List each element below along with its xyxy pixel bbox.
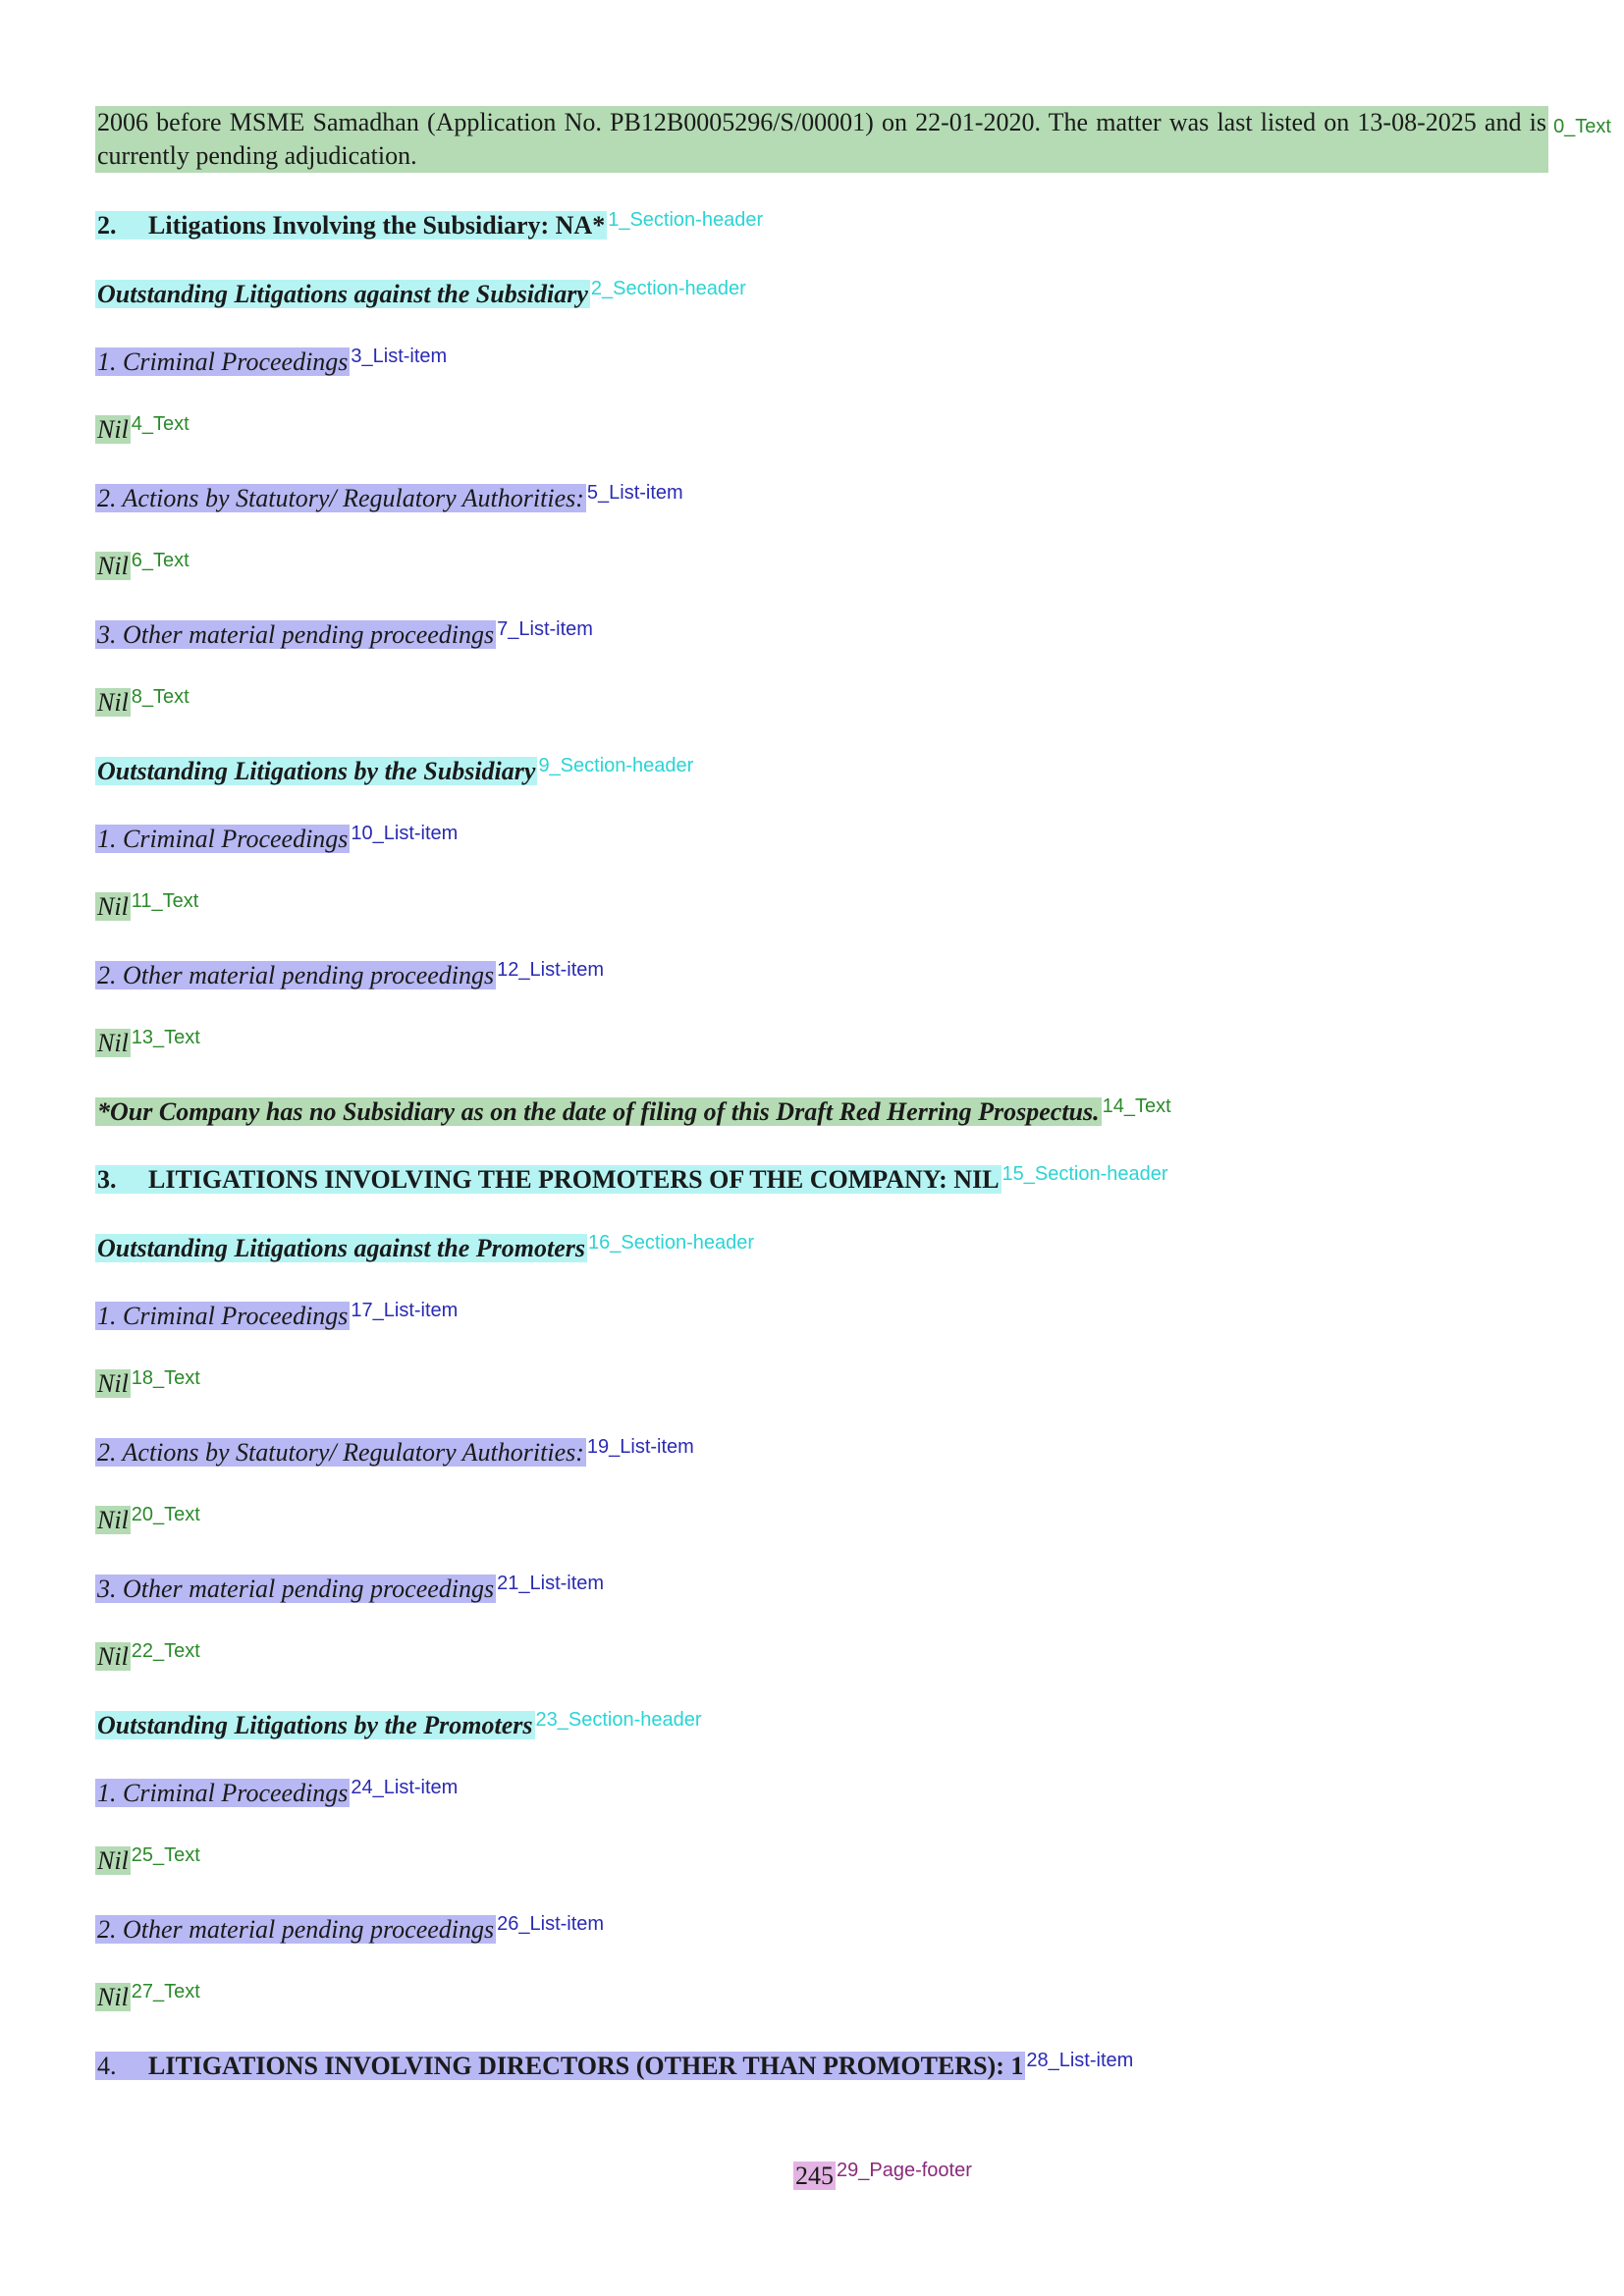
region-label: 18_Text: [131, 1367, 200, 1389]
nil-text: Nil 27_Text: [95, 1981, 200, 2014]
subheader-title: Outstanding Litigations by the Promoters: [95, 1711, 535, 1739]
list-item-text: 1. Criminal Proceedings: [95, 1302, 351, 1330]
region-label: 23_Section-header: [535, 1709, 702, 1731]
subsidiary-footnote: *Our Company has no Subsidiary as on the…: [95, 1095, 1171, 1129]
list-item-other-proceedings: 2. Other material pending proceedings 26_…: [95, 1913, 604, 1947]
region-label: 4_Text: [131, 413, 189, 435]
list-item-text: 3. Other material pending proceedings: [95, 1575, 497, 1603]
nil-text: Nil 8_Text: [95, 686, 189, 720]
subheader-by-subsidiary: Outstanding Litigations by the Subsidiar…: [95, 755, 693, 788]
region-label: 9_Section-header: [538, 755, 694, 776]
section-header-directors: 4. LITIGATIONS INVOLVING DIRECTORS (OTHER…: [95, 2050, 1133, 2083]
nil-value: Nil: [95, 1369, 131, 1398]
nil-text: Nil 18_Text: [95, 1367, 200, 1401]
nil-text: Nil 11_Text: [95, 890, 198, 924]
region-label: 7_List-item: [497, 618, 593, 640]
nil-text: Nil 6_Text: [95, 550, 189, 583]
subheader-title: Outstanding Litigations by the Subsidiar…: [95, 757, 538, 785]
region-label: 1_Section-header: [608, 209, 764, 231]
region-label: 20_Text: [131, 1504, 200, 1525]
region-label: 24_List-item: [351, 1777, 459, 1798]
nil-value: Nil: [95, 892, 131, 921]
subheader-against-subsidiary: Outstanding Litigations against the Subs…: [95, 278, 746, 311]
nil-value: Nil: [95, 415, 131, 444]
region-label: 26_List-item: [497, 1913, 605, 1935]
subheader-title: Outstanding Litigations against the Subs…: [95, 280, 590, 308]
section-title: LITIGATIONS INVOLVING THE PROMOTERS OF T…: [148, 1165, 1000, 1194]
nil-text: Nil 4_Text: [95, 413, 189, 447]
page-footer: 245 29_Page-footer: [793, 2160, 972, 2193]
region-label: 29_Page-footer: [837, 2160, 972, 2181]
region-label: 14_Text: [1102, 1095, 1171, 1117]
list-item-criminal-proceedings: 1. Criminal Proceedings 10_List-item: [95, 823, 458, 856]
list-item-criminal-proceedings: 1. Criminal Proceedings 24_List-item: [95, 1777, 458, 1810]
region-label: 13_Text: [131, 1027, 200, 1048]
region-label: 8_Text: [131, 686, 189, 708]
region-label: 16_Section-header: [588, 1232, 755, 1254]
nil-value: Nil: [95, 1642, 131, 1671]
page-number: 245: [793, 2162, 836, 2190]
list-item-text: 1. Criminal Proceedings: [95, 1779, 351, 1807]
list-item-statutory-actions: 2. Actions by Statutory/ Regulatory Auth…: [95, 482, 683, 515]
list-item-text: 2. Other material pending proceedings: [95, 961, 497, 989]
region-label: 2_Section-header: [590, 278, 746, 299]
region-label: 15_Section-header: [1001, 1163, 1168, 1185]
nil-value: Nil: [95, 1029, 131, 1057]
nil-text: Nil 20_Text: [95, 1504, 200, 1537]
region-label: 5_List-item: [586, 482, 683, 504]
list-item-text: 1. Criminal Proceedings: [95, 347, 351, 376]
subheader-by-promoters: Outstanding Litigations by the Promoters…: [95, 1709, 702, 1742]
region-label: 19_List-item: [586, 1436, 694, 1458]
list-item-text: 2. Actions by Statutory/ Regulatory Auth…: [95, 484, 586, 512]
region-label: 28_List-item: [1026, 2050, 1134, 2071]
region-label: 0_Text: [1553, 116, 1611, 137]
nil-value: Nil: [95, 1983, 131, 2011]
nil-value: Nil: [95, 1846, 131, 1875]
region-label: 22_Text: [131, 1640, 200, 1662]
region-label: 12_List-item: [497, 959, 605, 981]
footnote-text: *Our Company has no Subsidiary as on the…: [95, 1097, 1102, 1126]
region-label: 3_List-item: [351, 346, 448, 367]
list-item-text: 2. Actions by Statutory/ Regulatory Auth…: [95, 1438, 586, 1467]
list-item-criminal-proceedings: 1. Criminal Proceedings 17_List-item: [95, 1300, 458, 1333]
nil-text: Nil 13_Text: [95, 1027, 200, 1060]
list-item-statutory-actions: 2. Actions by Statutory/ Regulatory Auth…: [95, 1436, 694, 1469]
section-number: 3.: [97, 1165, 117, 1194]
paragraph-continuation: 2006 before MSME Samadhan (Application N…: [95, 106, 1611, 173]
section-header-promoters: 3. LITIGATIONS INVOLVING THE PROMOTERS OF…: [95, 1163, 1168, 1197]
region-label: 10_List-item: [351, 823, 459, 844]
region-label: 6_Text: [131, 550, 189, 571]
list-item-other-proceedings: 3. Other material pending proceedings 7_L…: [95, 618, 593, 652]
nil-text: Nil 22_Text: [95, 1640, 200, 1674]
list-item-text: 2. Other material pending proceedings: [95, 1915, 497, 1944]
subheader-against-promoters: Outstanding Litigations against the Prom…: [95, 1232, 754, 1265]
region-label: 21_List-item: [497, 1573, 605, 1594]
list-item-other-proceedings: 2. Other material pending proceedings 12_…: [95, 959, 604, 992]
list-item-text: 3. Other material pending proceedings: [95, 620, 497, 649]
nil-value: Nil: [95, 688, 131, 717]
list-item-text: 1. Criminal Proceedings: [95, 825, 351, 853]
section-title: Litigations Involving the Subsidiary: NA…: [148, 211, 606, 240]
region-label: 17_List-item: [351, 1300, 459, 1321]
section-header-subsidiary: 2. Litigations Involving the Subsidiary: …: [95, 209, 763, 242]
paragraph-text: 2006 before MSME Samadhan (Application N…: [95, 106, 1548, 173]
section-title: LITIGATIONS INVOLVING DIRECTORS (OTHER T…: [148, 2052, 1024, 2080]
list-item-other-proceedings: 3. Other material pending proceedings 21_…: [95, 1573, 604, 1606]
nil-value: Nil: [95, 1506, 131, 1534]
list-item-criminal-proceedings: 1. Criminal Proceedings 3_List-item: [95, 346, 447, 379]
nil-value: Nil: [95, 552, 131, 580]
region-label: 25_Text: [131, 1844, 200, 1866]
nil-text: Nil 25_Text: [95, 1844, 200, 1878]
region-label: 27_Text: [131, 1981, 200, 2002]
section-number: 2.: [97, 211, 117, 240]
section-number: 4.: [97, 2052, 117, 2080]
subheader-title: Outstanding Litigations against the Prom…: [95, 1234, 587, 1262]
region-label: 11_Text: [131, 890, 199, 912]
